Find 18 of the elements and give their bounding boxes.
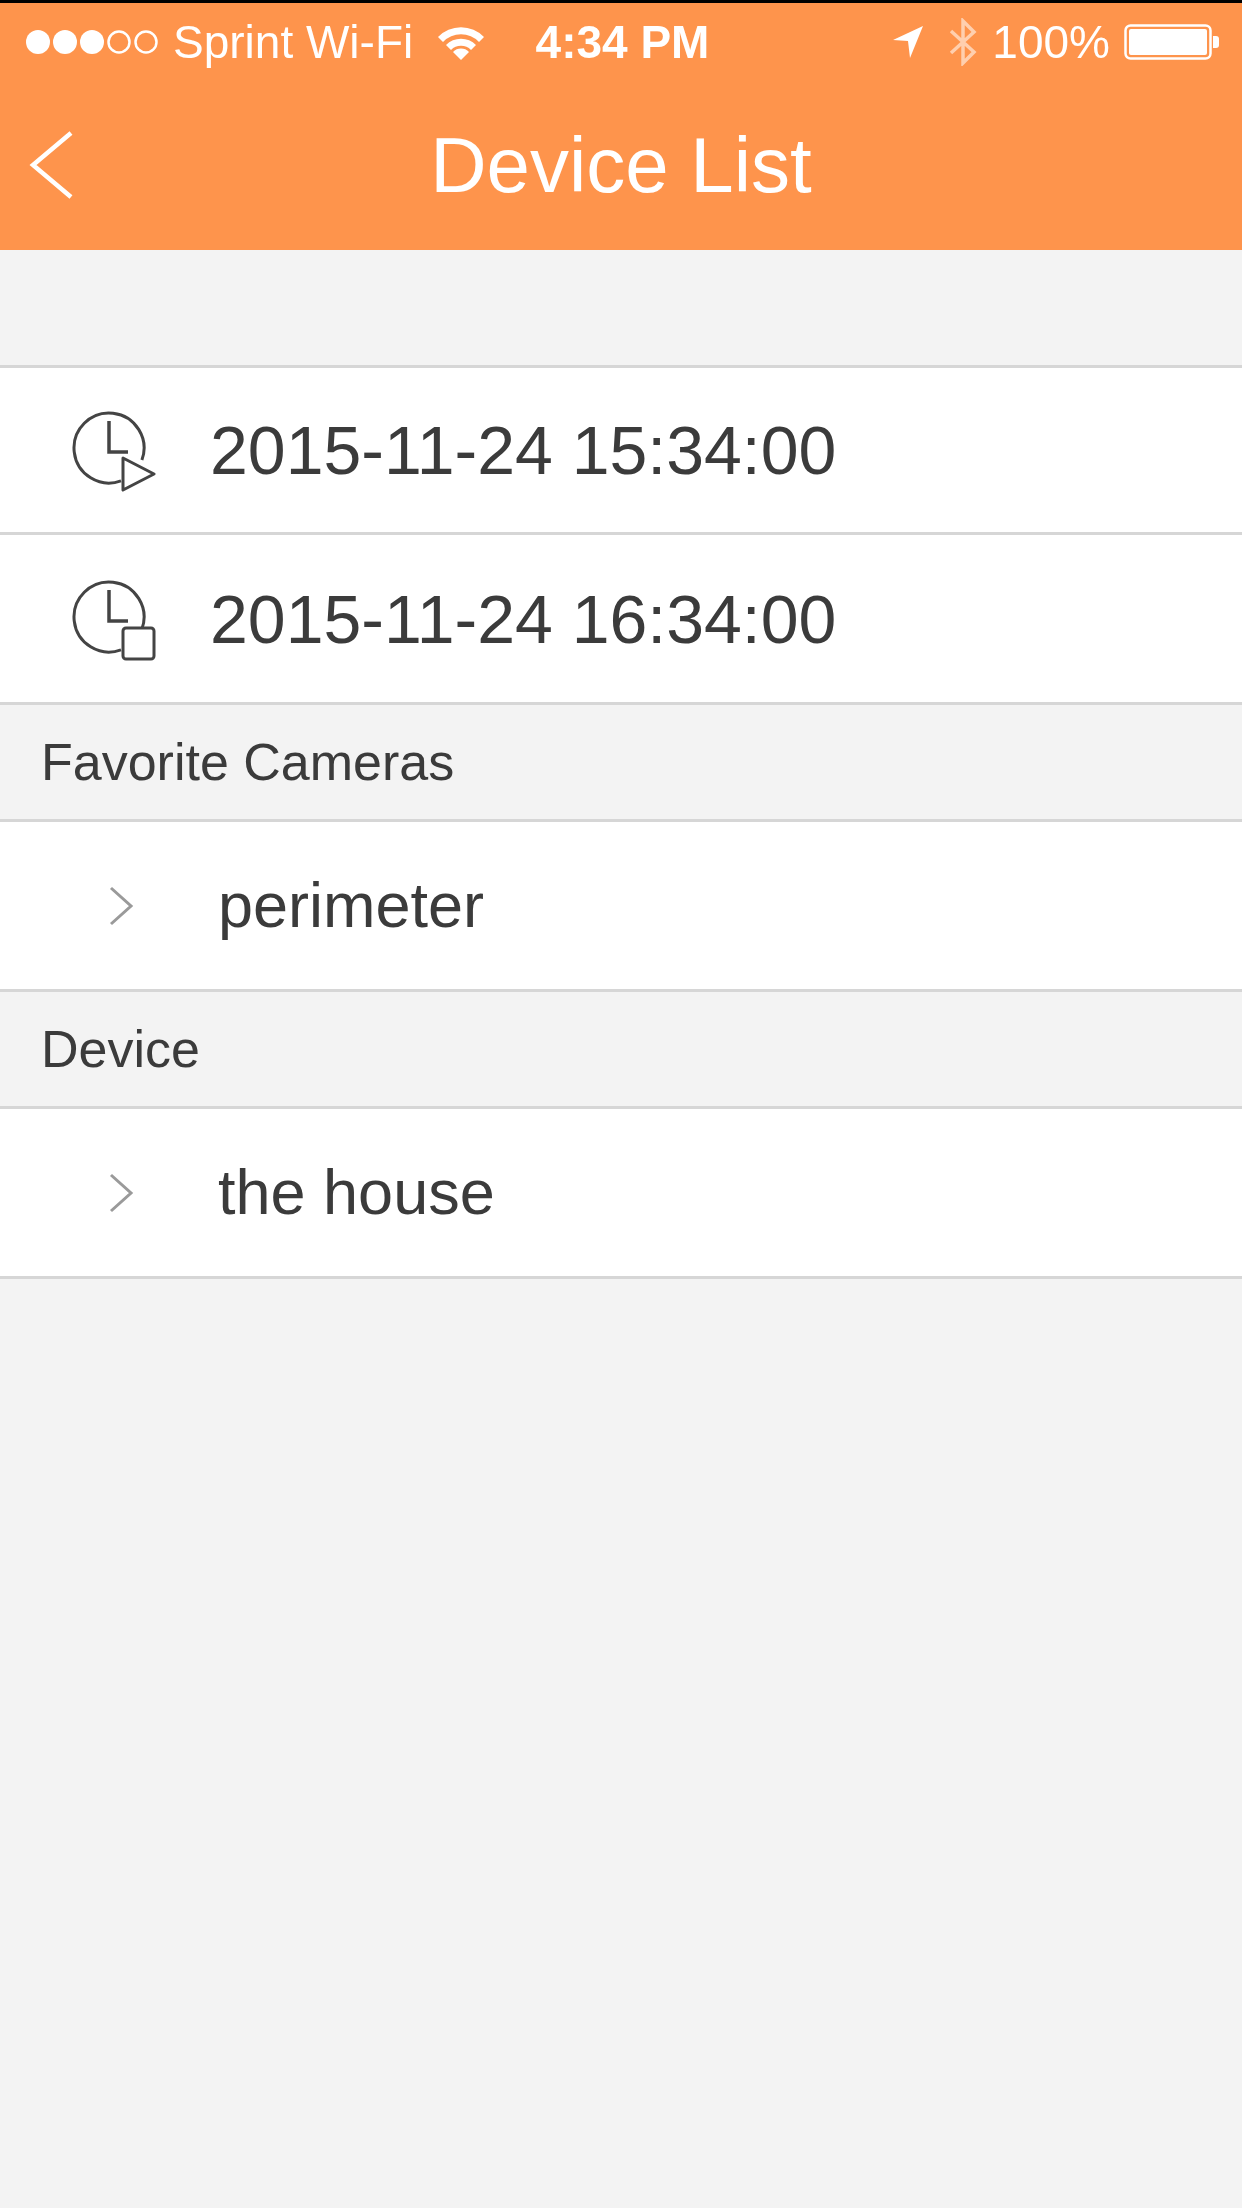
time-row[interactable]: 2015-11-24 15:34:00 xyxy=(0,368,1242,535)
list-row[interactable]: the house xyxy=(0,1109,1242,1279)
battery-percent-text: 100% xyxy=(992,18,1110,65)
section-title: Device xyxy=(41,1023,200,1075)
signal-dots-icon xyxy=(25,28,159,55)
bluetooth-icon xyxy=(948,17,979,66)
time-row[interactable]: 2015-11-24 16:34:00 xyxy=(0,535,1242,705)
item-label: the house xyxy=(218,1161,495,1224)
list-row[interactable]: perimeter xyxy=(0,822,1242,992)
battery-icon xyxy=(1124,23,1220,60)
page-title: Device List xyxy=(430,126,812,204)
clock-play-icon xyxy=(72,408,156,492)
section-title: Favorite Cameras xyxy=(41,736,455,788)
clock-time-text: 4:34 PM xyxy=(535,18,710,65)
chevron-left-icon xyxy=(28,131,74,199)
time-text: 2015-11-24 15:34:00 xyxy=(210,416,837,484)
location-arrow-icon xyxy=(892,24,925,59)
time-text: 2015-11-24 16:34:00 xyxy=(210,584,837,653)
